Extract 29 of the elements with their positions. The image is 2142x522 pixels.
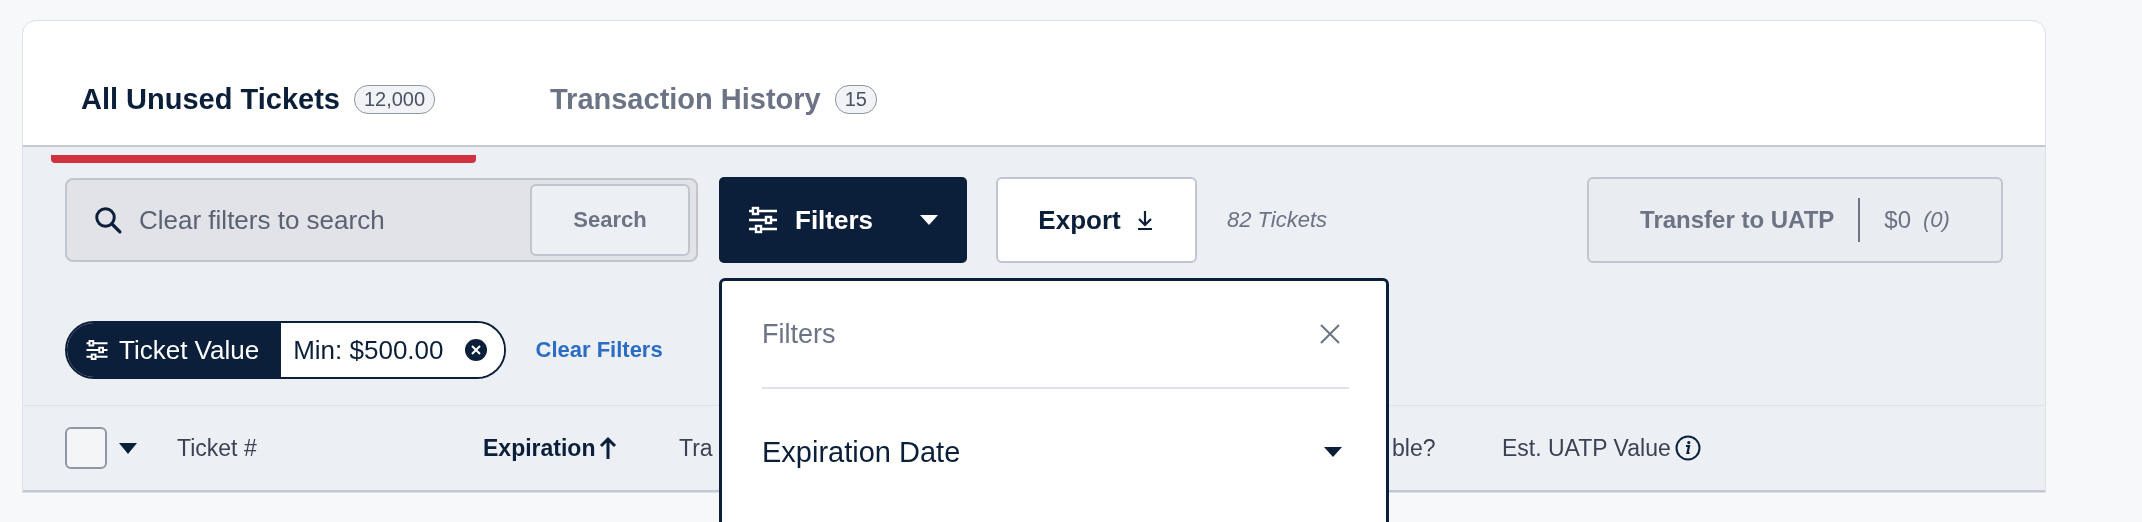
column-header[interactable]: ble?	[1392, 434, 1436, 462]
column-header[interactable]: Tra	[679, 434, 713, 462]
info-icon	[1674, 435, 1701, 461]
ticket-count: 82 Tickets	[1227, 207, 1328, 233]
panel-title: Filters	[762, 318, 836, 350]
export-button[interactable]: Export	[996, 177, 1197, 263]
sort-arrow-icon	[599, 436, 618, 460]
close-icon[interactable]	[1319, 323, 1341, 345]
column-header[interactable]: Ticket #	[177, 434, 257, 462]
clear-filters-link[interactable]: Clear Filters	[535, 337, 663, 363]
filter-section[interactable]: Expiration Date	[762, 389, 1349, 515]
search-button[interactable]: Search	[530, 184, 690, 256]
caret-icon	[1323, 446, 1343, 458]
count-badge: 15	[834, 84, 877, 114]
search-field[interactable]: Clear filters to search Search	[65, 178, 698, 262]
caret-icon	[919, 214, 939, 226]
search-icon	[93, 205, 123, 235]
tab[interactable]: Transaction History 15	[520, 21, 907, 163]
select-all-checkbox[interactable]	[65, 427, 107, 469]
caret-icon[interactable]	[119, 442, 137, 454]
sliders-icon	[747, 206, 779, 234]
transfer-button[interactable]: Transfer to UATP $0 (0)	[1587, 177, 2003, 263]
column-header[interactable]: Expiration	[483, 434, 596, 462]
column-header[interactable]: Est. UATP Value	[1502, 434, 1671, 462]
filters-button[interactable]: Filters	[719, 177, 967, 263]
clear-icon[interactable]	[463, 338, 488, 362]
sliders-icon	[85, 339, 109, 361]
filter-chip[interactable]: Ticket Value Min: $500.00	[65, 321, 506, 379]
count-badge: 12,000	[353, 84, 436, 114]
